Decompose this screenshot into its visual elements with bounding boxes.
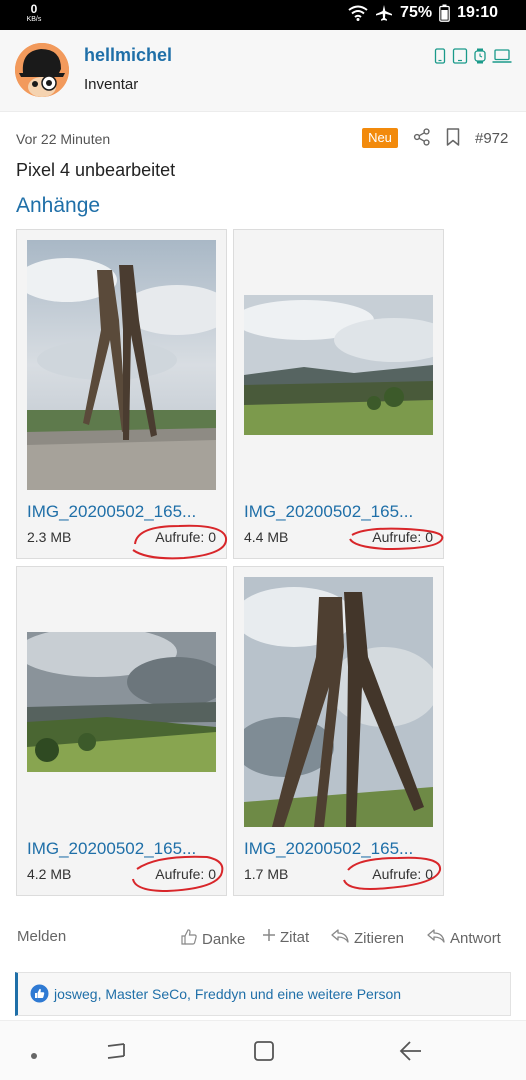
reply-arrow-icon — [426, 928, 446, 948]
plus-icon — [262, 928, 276, 946]
cite-button[interactable]: Zitieren — [330, 928, 404, 948]
attachment-thumbnail[interactable] — [244, 295, 433, 435]
home-button-icon[interactable] — [252, 1039, 276, 1068]
reactions-bar[interactable]: josweg, Master SeCo, Freddyn und eine we… — [15, 972, 511, 1016]
avatar[interactable] — [15, 43, 69, 97]
laptop-icon — [492, 48, 512, 69]
attachment-card[interactable]: IMG_20200502_165... 4.2 MB Aufrufe: 0 — [16, 566, 227, 896]
reply-label: Antwort — [450, 929, 501, 947]
quote-button[interactable]: Zitat — [262, 928, 309, 946]
attachment-card[interactable]: IMG_20200502_165... 2.3 MB Aufrufe: 0 — [16, 229, 228, 560]
attachment-thumbnail[interactable] — [27, 240, 216, 490]
attachment-card[interactable]: IMG_20200502_165... 1.7 MB Aufrufe: 0 — [233, 566, 444, 896]
battery-icon — [439, 4, 450, 22]
post-actions: Melden Danke Zitat Zitieren Antwort — [0, 922, 526, 952]
bookmark-icon[interactable] — [444, 127, 462, 152]
post-message: Pixel 4 unbearbeitet — [16, 160, 176, 180]
new-badge: Neu — [362, 128, 398, 148]
cite-label: Zitieren — [354, 929, 405, 947]
attachment-view-count: Aufrufe: 0 — [155, 866, 216, 882]
attachment-view-count: Aufrufe: 0 — [372, 529, 433, 545]
network-speed-value: 0 — [30, 2, 38, 16]
nav-dot-icon[interactable] — [30, 1047, 38, 1065]
attachment-thumbnail[interactable] — [244, 577, 433, 827]
attachment-view-count: Aufrufe: 0 — [372, 866, 433, 882]
wifi-icon — [348, 5, 368, 21]
attachment-filename[interactable]: IMG_20200502_165... — [244, 502, 439, 522]
thanks-button[interactable]: Danke — [180, 928, 245, 950]
watch-icon — [473, 48, 487, 69]
device-icons — [433, 48, 512, 69]
attachment-filename[interactable]: IMG_20200502_165... — [244, 839, 439, 859]
clock: 19:10 — [457, 4, 498, 21]
system-navigation-bar — [0, 1020, 526, 1080]
reactions-text[interactable]: josweg, Master SeCo, Freddyn und eine we… — [54, 986, 401, 1002]
airplane-mode-icon — [375, 4, 393, 22]
attachment-view-count: Aufrufe: 0 — [155, 529, 216, 545]
attachment-thumbnail[interactable] — [27, 632, 216, 772]
network-speed-unit: KB/s — [26, 16, 42, 23]
thanks-label: Danke — [202, 930, 246, 948]
attachment-filesize: 1.7 MB — [244, 866, 289, 882]
attachment-filesize: 2.3 MB — [27, 529, 72, 545]
phone-icon — [433, 48, 447, 69]
post-timestamp[interactable]: Vor 22 Minuten — [16, 131, 110, 147]
recent-apps-icon[interactable] — [104, 1039, 128, 1068]
share-icon[interactable] — [412, 127, 432, 152]
attachment-card[interactable]: IMG_20200502_165... 4.4 MB Aufrufe: 0 — [233, 229, 444, 559]
attachment-filename[interactable]: IMG_20200502_165... — [27, 502, 222, 522]
tablet-icon — [452, 48, 468, 69]
author-name[interactable]: hellmichel — [84, 45, 172, 66]
attachments-title: Anhänge — [16, 194, 101, 217]
thumbs-up-icon — [180, 928, 198, 950]
author-role: Inventar — [84, 76, 139, 93]
quote-label: Zitat — [280, 928, 310, 946]
attachment-filename[interactable]: IMG_20200502_165... — [27, 839, 222, 859]
back-arrow-icon[interactable] — [398, 1039, 424, 1068]
reply-arrow-icon — [330, 928, 350, 948]
reply-button[interactable]: Antwort — [426, 928, 501, 948]
like-icon — [30, 984, 49, 1008]
attachment-filesize: 4.4 MB — [244, 529, 289, 545]
battery-percent: 75% — [400, 4, 433, 21]
post-number[interactable]: #972 — [475, 130, 508, 147]
post-author-header: hellmichel Inventar — [0, 30, 526, 112]
report-button[interactable]: Melden — [17, 928, 66, 945]
network-speed: 0 KB/s — [22, 3, 46, 23]
status-bar: 0 KB/s 75% 19:10 — [0, 0, 526, 30]
attachment-filesize: 4.2 MB — [27, 866, 72, 882]
